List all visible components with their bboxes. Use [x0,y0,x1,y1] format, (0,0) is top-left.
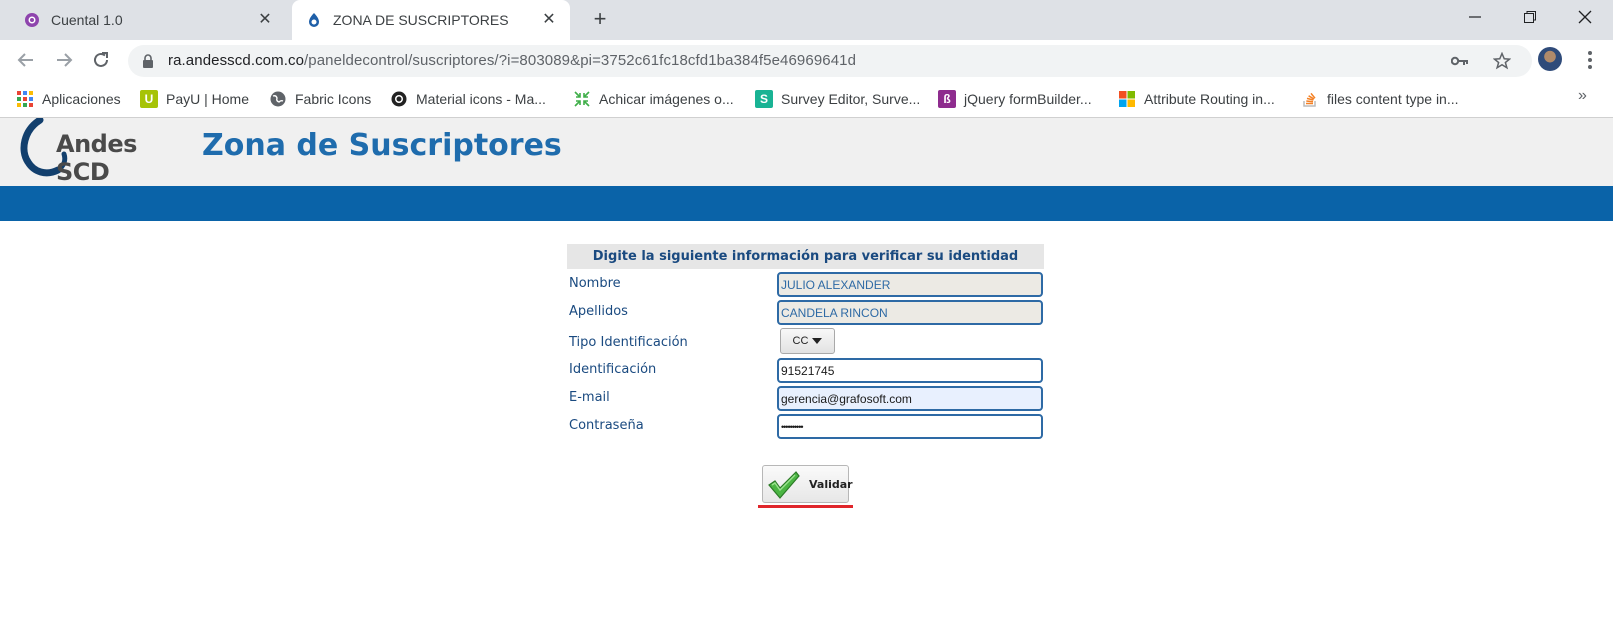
identificacion-field[interactable]: 91521745 [777,358,1043,383]
bookmark-label: Material icons - Ma... [416,91,546,107]
minimize-icon[interactable] [1449,0,1501,34]
new-tab-icon[interactable]: + [588,8,612,32]
andes-favicon-icon [306,12,322,28]
caret-down-icon [812,338,823,344]
address-bar[interactable]: ra.andesscd.com.co/paneldecontrol/suscri… [128,45,1532,77]
tab-title: Cuental 1.0 [51,12,123,28]
contrasena-label: Contraseña [569,418,644,433]
key-icon[interactable] [1450,52,1470,70]
password-field[interactable]: •••••••••• [777,414,1043,439]
forward-icon[interactable] [50,46,78,74]
bookmark-label: Survey Editor, Surve... [781,91,921,107]
lifebuoy-icon [390,90,408,108]
row-email: E-mail gerencia@grafosoft.com [567,386,1044,412]
email-label: E-mail [569,390,610,405]
menu-icon[interactable] [1580,48,1600,72]
apellidos-field[interactable]: CANDELA RINCON [777,300,1043,325]
bookmark-files-content-type[interactable]: files content type in... [1301,88,1459,110]
apellidos-label: Apellidos [569,304,628,319]
form-heading: Digite la siguiente información para ver… [567,244,1044,269]
nombre-label: Nombre [569,276,621,291]
identificacion-label: Identificación [569,362,657,377]
bookmark-aplicaciones[interactable]: Aplicaciones [16,88,121,110]
restore-icon[interactable] [1504,0,1556,34]
bookmark-label: jQuery formBuilder... [964,91,1092,107]
bookmark-achicar-imagenes[interactable]: Achicar imágenes o... [573,88,734,110]
cuental-favicon-icon [24,12,40,28]
close-window-icon[interactable] [1559,0,1611,34]
row-tipo-identificacion: Tipo Identificación CC [567,328,1044,356]
lock-icon[interactable] [142,54,154,73]
globe-icon [269,90,287,108]
checkmark-icon [767,470,801,505]
email-field[interactable]: gerencia@grafosoft.com [777,386,1043,411]
star-icon[interactable] [1492,52,1512,70]
logo-text: Andes SCD [56,130,137,186]
row-apellidos: Apellidos CANDELA RINCON [567,300,1044,326]
bookmarks-bar: Aplicaciones U PayU | Home Fabric Icons … [0,80,1613,118]
compress-icon [573,90,591,108]
bookmark-label: files content type in... [1327,91,1459,107]
bookmark-jquery-formbuilder[interactable]: ß jQuery formBuilder... [938,88,1092,110]
reload-icon[interactable] [87,46,115,74]
header-band [0,186,1613,221]
row-identificacion: Identificación 91521745 [567,358,1044,384]
stackoverflow-icon [1301,90,1319,108]
bookmark-fabric-icons[interactable]: Fabric Icons [269,88,371,110]
validar-button[interactable]: Validar [762,465,853,505]
tab-close-icon[interactable]: ✕ [256,11,274,29]
andes-logo: Andes SCD [18,118,178,186]
bookmark-label: Achicar imágenes o... [599,91,734,107]
bookmark-label: Aplicaciones [42,91,121,107]
tab-close-icon[interactable]: ✕ [540,11,558,29]
bookmark-label: PayU | Home [166,91,249,107]
bookmark-label: Attribute Routing in... [1144,91,1275,107]
tab-zona-suscriptores[interactable]: ZONA DE SUSCRIPTORES ✕ [292,0,570,40]
surveyjs-icon: S [755,90,773,108]
identity-form: Digite la siguiente información para ver… [567,244,1044,439]
row-nombre: Nombre JULIO ALEXANDER [567,272,1044,298]
browser-toolbar: ra.andesscd.com.co/paneldecontrol/suscri… [0,40,1613,80]
back-icon[interactable] [12,46,40,74]
site-header: Andes SCD Zona de Suscriptores [0,118,1613,186]
nombre-field[interactable]: JULIO ALEXANDER [777,272,1043,297]
apps-grid-icon [16,90,34,108]
button-underline [758,505,853,508]
bookmark-label: Fabric Icons [295,91,372,107]
bookmark-survey-editor[interactable]: S Survey Editor, Surve... [755,88,920,110]
select-value: CC [792,335,809,347]
bookmark-attribute-routing[interactable]: Attribute Routing in... [1118,88,1275,110]
payu-icon: U [140,90,158,108]
profile-avatar[interactable] [1538,47,1562,71]
row-contrasena: Contraseña •••••••••• [567,414,1044,440]
more-bookmarks-icon[interactable]: » [1578,87,1587,105]
tipo-identificacion-label: Tipo Identificación [569,335,688,350]
tab-title: ZONA DE SUSCRIPTORES [333,12,509,28]
tipo-identificacion-select[interactable]: CC [780,328,835,354]
page-title: Zona de Suscriptores [202,128,562,163]
microsoft-icon [1118,90,1136,108]
tab-strip: Cuental 1.0 ✕ ZONA DE SUSCRIPTORES ✕ + [0,0,1613,40]
formbuilder-icon: ß [938,90,956,108]
bookmark-material-icons[interactable]: Material icons - Ma... [390,88,546,110]
tab-cuental[interactable]: Cuental 1.0 ✕ [16,0,286,40]
url-text[interactable]: ra.andesscd.com.co/paneldecontrol/suscri… [168,52,856,69]
bookmark-payu[interactable]: U PayU | Home [140,88,249,110]
validar-label: Validar [809,478,853,491]
